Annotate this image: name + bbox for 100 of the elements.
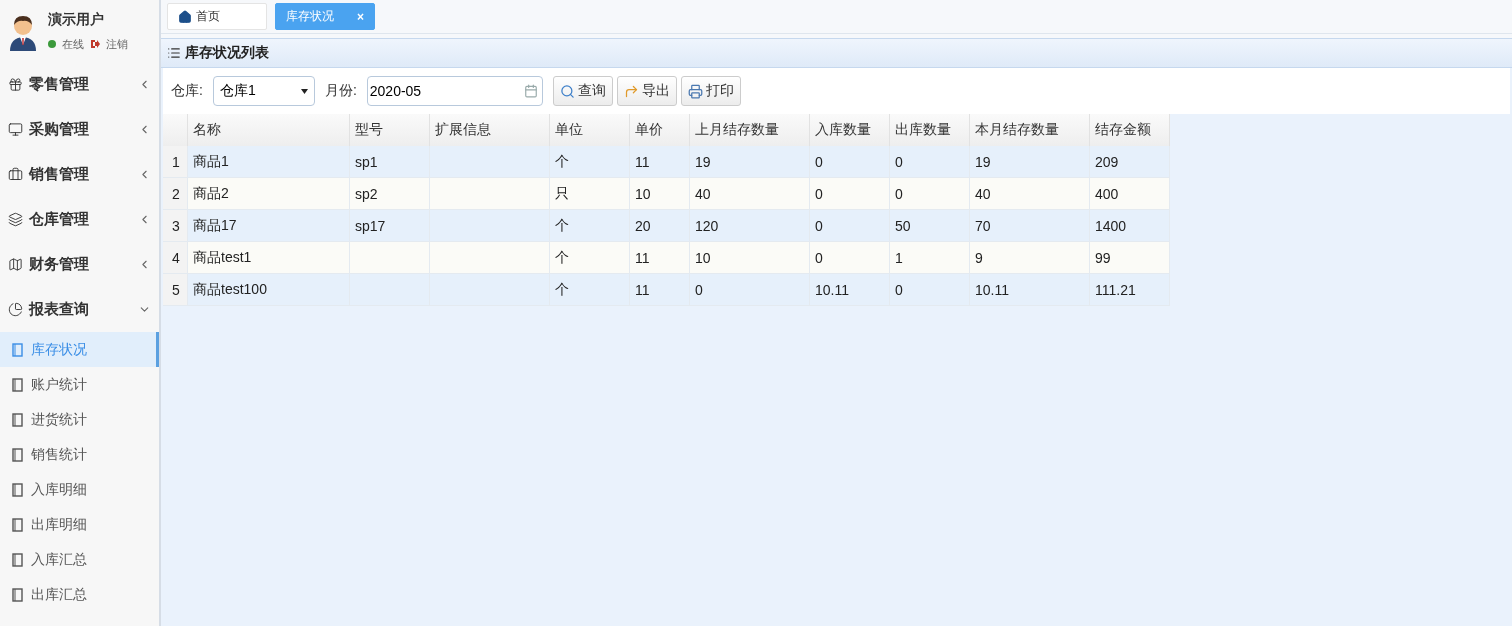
table-cell: sp1 (350, 146, 430, 178)
column-header: 单位 (550, 114, 630, 146)
table-cell: 40 (690, 178, 810, 210)
monitor-icon (8, 122, 23, 137)
table-cell: 0 (690, 274, 810, 306)
logout-icon (90, 39, 100, 49)
list-icon (167, 46, 181, 60)
month-label: 月份: (324, 82, 357, 100)
table-cell: 0 (890, 178, 970, 210)
table-cell: 商品17 (188, 210, 350, 242)
print-button[interactable]: 打印 (680, 76, 741, 106)
notebook-icon (12, 517, 23, 532)
warehouse-select[interactable]: 仓库1 (212, 76, 315, 106)
printer-icon (687, 83, 703, 99)
table-cell: 商品test100 (188, 274, 350, 306)
table-cell: 0 (810, 146, 890, 178)
submenu-item[interactable]: 入库汇总 (0, 542, 159, 577)
column-header: 名称 (188, 114, 350, 146)
column-header: 上月结存数量 (690, 114, 810, 146)
user-name: 演示用户 (48, 10, 105, 29)
menu-item[interactable]: 销售管理 (0, 152, 159, 197)
column-header: 型号 (350, 114, 430, 146)
table-cell: 个 (550, 242, 630, 274)
table-cell: 120 (690, 210, 810, 242)
arrow-icon (623, 83, 639, 99)
menu-item[interactable]: 采购管理 (0, 107, 159, 152)
table-cell: 11 (630, 274, 690, 306)
submenu-item[interactable]: 进货统计 (0, 402, 159, 437)
column-header: 单价 (630, 114, 690, 146)
table-cell: 209 (1090, 146, 1170, 178)
table-cell: 10.11 (810, 274, 890, 306)
table-cell: 1 (890, 242, 970, 274)
export-button[interactable]: 导出 (616, 76, 677, 106)
submenu-item[interactable]: 入库明细 (0, 472, 159, 507)
column-header: 本月结存数量 (970, 114, 1090, 146)
table-cell: 19 (970, 146, 1090, 178)
column-header: 扩展信息 (430, 114, 550, 146)
row-number: 4 (163, 242, 188, 274)
warehouse-label: 仓库: (171, 82, 203, 100)
tab[interactable]: 首页 (167, 3, 267, 30)
table-cell: 0 (810, 178, 890, 210)
menu-item[interactable]: 零售管理 (0, 62, 159, 107)
column-header: 入库数量 (810, 114, 890, 146)
table-cell: 111.21 (1090, 274, 1170, 306)
table-cell: 19 (690, 146, 810, 178)
table-cell: 只 (550, 178, 630, 210)
notebook-icon (12, 447, 23, 462)
home-icon (178, 9, 192, 24)
notebook-icon (12, 412, 23, 427)
layers-icon (8, 212, 23, 227)
table-cell: 9 (970, 242, 1090, 274)
table-cell: 70 (970, 210, 1090, 242)
briefcase-icon (8, 167, 23, 182)
gift-icon (8, 77, 23, 92)
column-header: 出库数量 (890, 114, 970, 146)
notebook-icon (12, 377, 23, 392)
table-cell: 10 (690, 242, 810, 274)
table-cell: 40 (970, 178, 1090, 210)
table-cell: 个 (550, 146, 630, 178)
table-cell: 50 (890, 210, 970, 242)
column-header: 结存金额 (1090, 114, 1170, 146)
submenu-item[interactable]: 账户统计 (0, 367, 159, 402)
dropdown-arrow-icon (300, 88, 308, 94)
table-cell: 1400 (1090, 210, 1170, 242)
menu-item[interactable]: 报表查询 (0, 287, 159, 332)
notebook-icon (12, 342, 23, 357)
table-cell: 商品1 (188, 146, 350, 178)
calendar-icon (523, 84, 538, 98)
status-label: 在线 (62, 36, 84, 52)
submenu-item[interactable]: 出库汇总 (0, 577, 159, 612)
panel-title: 库存状况列表 (185, 44, 269, 62)
row-number: 1 (163, 146, 188, 178)
table-cell: sp17 (350, 210, 430, 242)
table-cell: 个 (550, 274, 630, 306)
table-cell: 0 (810, 210, 890, 242)
menu-item[interactable]: 仓库管理 (0, 197, 159, 242)
submenu-item[interactable]: 出库明细 (0, 507, 159, 542)
table-cell: 11 (630, 146, 690, 178)
row-number: 3 (163, 210, 188, 242)
submenu-item[interactable]: 销售统计 (0, 437, 159, 472)
column-header-blank (163, 114, 188, 146)
table-cell: 10.11 (970, 274, 1090, 306)
table-cell: 11 (630, 242, 690, 274)
menu-item[interactable]: 财务管理 (0, 242, 159, 287)
row-number: 5 (163, 274, 188, 306)
month-field[interactable]: 2020-05 (366, 76, 543, 106)
notebook-icon (12, 482, 23, 497)
table-cell: 0 (810, 242, 890, 274)
search-icon (559, 83, 575, 99)
logout-link[interactable]: 注销 (106, 36, 128, 52)
table-cell: 个 (550, 210, 630, 242)
table-cell: 400 (1090, 178, 1170, 210)
row-number: 2 (163, 178, 188, 210)
table-cell: 10 (630, 178, 690, 210)
table-cell: 0 (890, 274, 970, 306)
search-button[interactable]: 查询 (552, 76, 613, 106)
map-icon (8, 257, 23, 272)
table-cell: 99 (1090, 242, 1170, 274)
pie-chart-icon (8, 302, 23, 317)
notebook-icon (12, 587, 23, 602)
